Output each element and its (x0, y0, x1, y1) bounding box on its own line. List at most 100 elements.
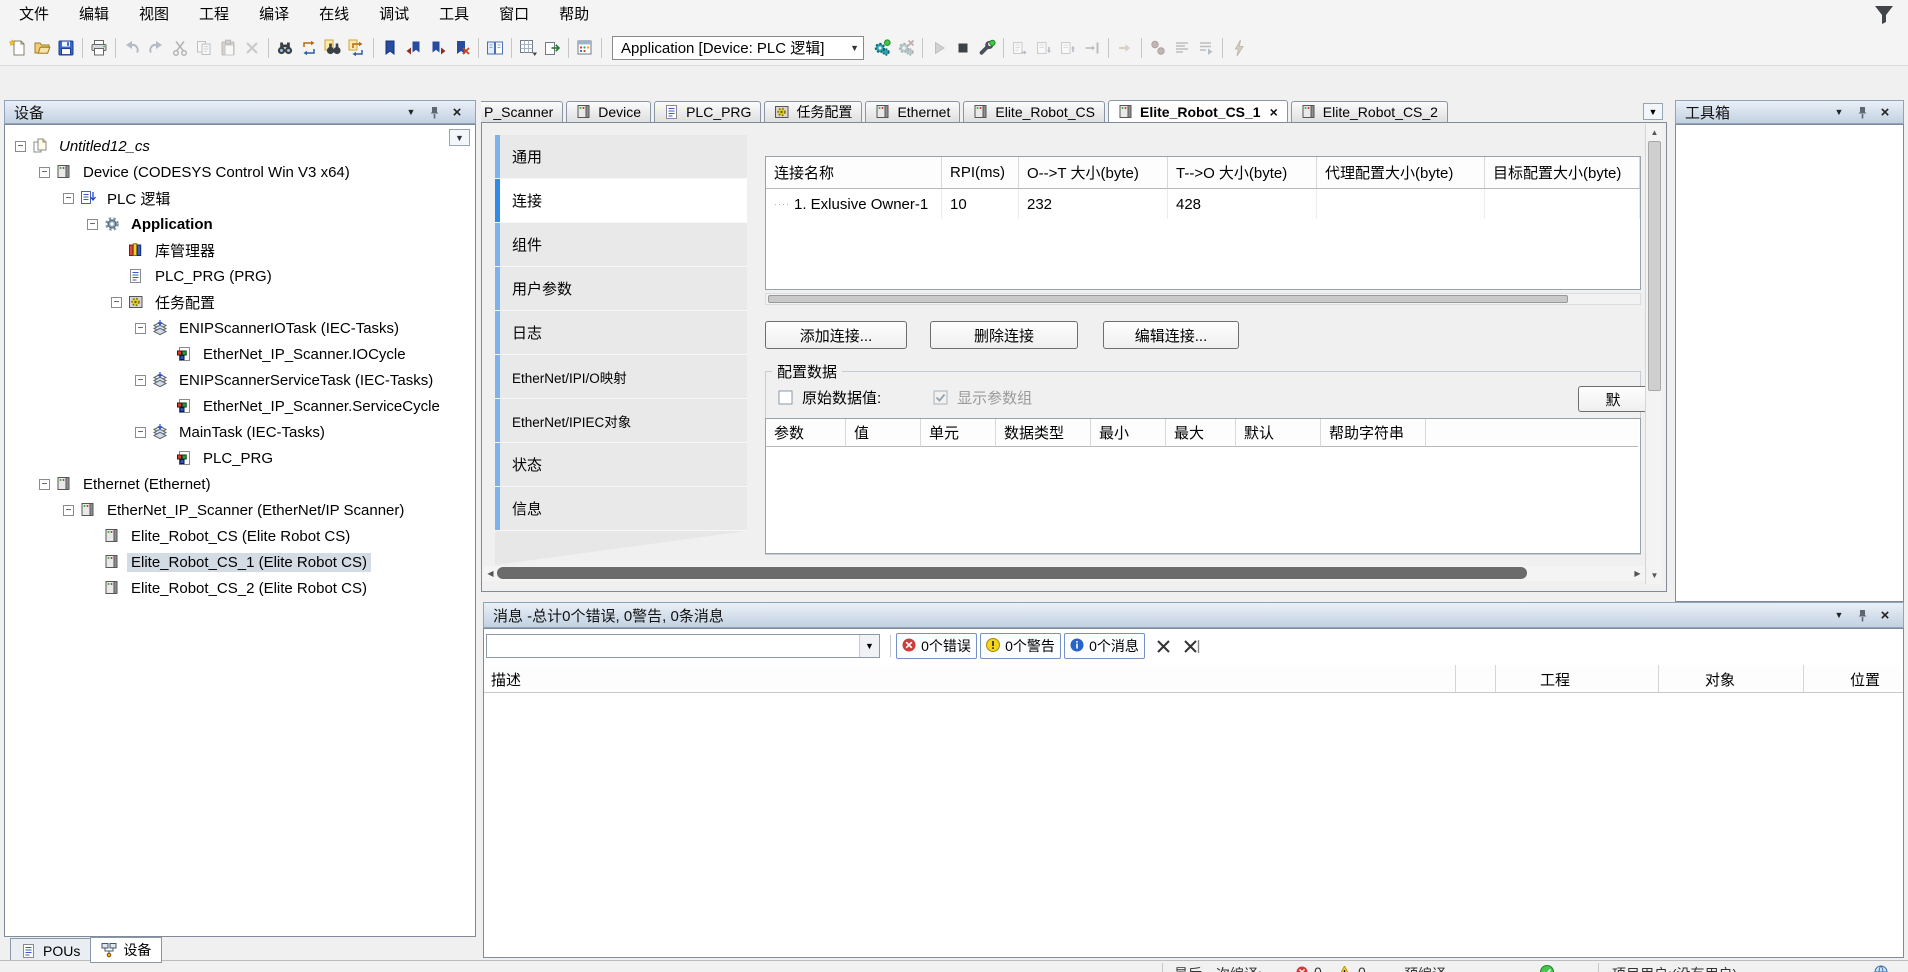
raw-data-checkbox[interactable] (778, 390, 793, 405)
menu-item-2[interactable]: 视图 (124, 0, 184, 30)
find-in-project-icon[interactable] (321, 36, 345, 60)
new-project-icon[interactable] (6, 36, 30, 60)
scrollbar-thumb[interactable] (1648, 141, 1661, 391)
tree-item-plc-prg-prg[interactable]: PLC_PRG (PRG) (5, 263, 475, 289)
call-stack-icon[interactable] (1170, 36, 1194, 60)
replace-in-project-icon[interactable] (345, 36, 369, 60)
document-tab-3[interactable]: 任务配置 (764, 101, 862, 122)
pin-icon[interactable] (425, 104, 443, 120)
update-device-icon[interactable] (573, 36, 597, 60)
bookmark-icon[interactable] (378, 36, 402, 60)
nav-item-4[interactable]: 日志 (495, 311, 747, 355)
menu-item-5[interactable]: 在线 (304, 0, 364, 30)
show-next-statement-icon[interactable] (1113, 36, 1137, 60)
menu-item-1[interactable]: 编辑 (64, 0, 124, 30)
close-icon[interactable]: × (1876, 607, 1894, 623)
document-tab-device[interactable]: Device (566, 101, 651, 122)
menu-item-3[interactable]: 工程 (184, 0, 244, 30)
document-tab-elite-robot-cs-2[interactable]: Elite_Robot_CS_2 (1291, 101, 1448, 122)
pin-icon[interactable] (1853, 607, 1871, 623)
copy-icon[interactable] (192, 36, 216, 60)
tree-item-elite-robot-cs-1-elite-robot-cs[interactable]: Elite_Robot_CS_1 (Elite Robot CS) (5, 549, 475, 575)
menu-item-9[interactable]: 帮助 (544, 0, 604, 30)
nav-item-2[interactable]: 组件 (495, 223, 747, 267)
nav-item-8[interactable]: 信息 (495, 487, 747, 531)
tree-item-elite-robot-cs-2-elite-robot-cs[interactable]: Elite_Robot_CS_2 (Elite Robot CS) (5, 575, 475, 601)
connection-row[interactable]: ····1. Exlusive Owner-110232428 (766, 189, 1640, 219)
document-tab-elite-robot-cs-1[interactable]: Elite_Robot_CS_1× (1108, 100, 1288, 122)
expander-icon[interactable]: − (135, 323, 146, 334)
nav-item-7[interactable]: 状态 (495, 443, 747, 487)
tree-item-ethernet-ip-scanner-iocycle[interactable]: EtherNet_IP_Scanner.IOCycle (5, 341, 475, 367)
chevron-down-icon[interactable]: ▼ (449, 129, 470, 146)
tree-item-ethernet-ethernet[interactable]: −Ethernet (Ethernet) (5, 471, 475, 497)
nav-item-1[interactable]: 连接 (495, 179, 747, 223)
button-2[interactable]: 编辑连接... (1103, 321, 1239, 349)
nav-item-ethernet-ipi-o[interactable]: EtherNet/IPI/O映射 (495, 355, 747, 399)
tree-item-enipscanneriotask-iec-tasks[interactable]: −ENIPScannerIOTask (IEC-Tasks) (5, 315, 475, 341)
print-icon[interactable] (87, 36, 111, 60)
run-to-cursor-icon[interactable] (1080, 36, 1104, 60)
tree-item-device-codesys-control-win-v3-x64[interactable]: −Device (CODESYS Control Win V3 x64) (5, 159, 475, 185)
expander-icon[interactable]: − (15, 141, 26, 152)
document-tab-p-scanner[interactable]: P_Scanner (481, 101, 563, 122)
show-parameter-groups-checkbox[interactable] (933, 390, 948, 405)
tree-item-enipscannerservicetask-iec-tasks[interactable]: −ENIPScannerServiceTask (IEC-Tasks) (5, 367, 475, 393)
menu-item-4[interactable]: 编译 (244, 0, 304, 30)
expander-icon[interactable]: − (135, 375, 146, 386)
stop-icon[interactable] (951, 36, 975, 60)
chevron-down-icon[interactable]: ▼ (1830, 104, 1848, 120)
chevron-down-icon[interactable]: ▼ (402, 104, 420, 120)
clear-bookmarks-icon[interactable] (450, 36, 474, 60)
clear-icon[interactable] (1152, 635, 1174, 657)
scroll-up-arrow[interactable]: ▲ (1647, 125, 1662, 140)
expander-icon[interactable]: − (87, 219, 98, 230)
expander-icon[interactable]: − (135, 427, 146, 438)
start-icon[interactable] (927, 36, 951, 60)
logout-icon[interactable] (894, 36, 918, 60)
compare-icon[interactable] (483, 36, 507, 60)
save-icon[interactable] (54, 36, 78, 60)
clear-all-icon[interactable] (1180, 635, 1202, 657)
filter-button-0[interactable]: 0个警告 (980, 633, 1061, 659)
tree-item-plc[interactable]: −PLC 逻辑 (5, 185, 475, 211)
cut-icon[interactable] (168, 36, 192, 60)
close-icon[interactable]: × (1876, 104, 1894, 120)
flow-control-icon[interactable] (1194, 36, 1218, 60)
menu-item-7[interactable]: 工具 (424, 0, 484, 30)
button-1[interactable]: 删除连接 (930, 321, 1078, 349)
redo-icon[interactable] (144, 36, 168, 60)
bottom-tab-1[interactable]: 设备 (90, 937, 162, 963)
menu-item-6[interactable]: 调试 (364, 0, 424, 30)
build-icon[interactable] (975, 36, 999, 60)
chevron-down-icon[interactable]: ▼ (859, 635, 879, 657)
tree-item-4[interactable]: 库管理器 (5, 237, 475, 263)
pin-icon[interactable] (1853, 104, 1871, 120)
force-values-icon[interactable] (1227, 36, 1251, 60)
chevron-down-icon[interactable]: ▼ (1643, 103, 1663, 120)
open-project-icon[interactable] (30, 36, 54, 60)
active-application-combo[interactable]: Application [Device: PLC 逻辑]▼ (612, 36, 864, 60)
step-into-icon[interactable] (1032, 36, 1056, 60)
menu-item-0[interactable]: 文件 (4, 0, 64, 30)
step-out-icon[interactable] (1056, 36, 1080, 60)
find-icon[interactable] (273, 36, 297, 60)
scroll-right-arrow[interactable]: ▶ (1630, 566, 1645, 581)
scroll-down-arrow[interactable]: ▼ (1647, 568, 1662, 583)
expander-icon[interactable]: − (39, 479, 50, 490)
nav-item-0[interactable]: 通用 (495, 135, 747, 179)
filter-button-0[interactable]: 0个错误 (896, 633, 977, 659)
replace-icon[interactable] (297, 36, 321, 60)
next-bookmark-icon[interactable] (426, 36, 450, 60)
close-icon[interactable]: × (1270, 104, 1278, 120)
close-icon[interactable]: × (448, 104, 466, 120)
tree-item-application[interactable]: −Application (5, 211, 475, 237)
tree-item-elite-robot-cs-elite-robot-cs[interactable]: Elite_Robot_CS (Elite Robot CS) (5, 523, 475, 549)
tree-item-ethernet-ip-scanner-ethernet-ip-scanner[interactable]: −EtherNet_IP_Scanner (EtherNet/IP Scanne… (5, 497, 475, 523)
tree-item-maintask-iec-tasks[interactable]: −MainTask (IEC-Tasks) (5, 419, 475, 445)
document-tab-ethernet[interactable]: Ethernet (865, 101, 960, 122)
editor-horizontal-scrollbar[interactable]: ◀ ▶ (483, 566, 1645, 581)
previous-bookmark-icon[interactable] (402, 36, 426, 60)
default-values-button[interactable]: 默 (1578, 386, 1648, 412)
tree-item-plc-prg[interactable]: PLC_PRG (5, 445, 475, 471)
